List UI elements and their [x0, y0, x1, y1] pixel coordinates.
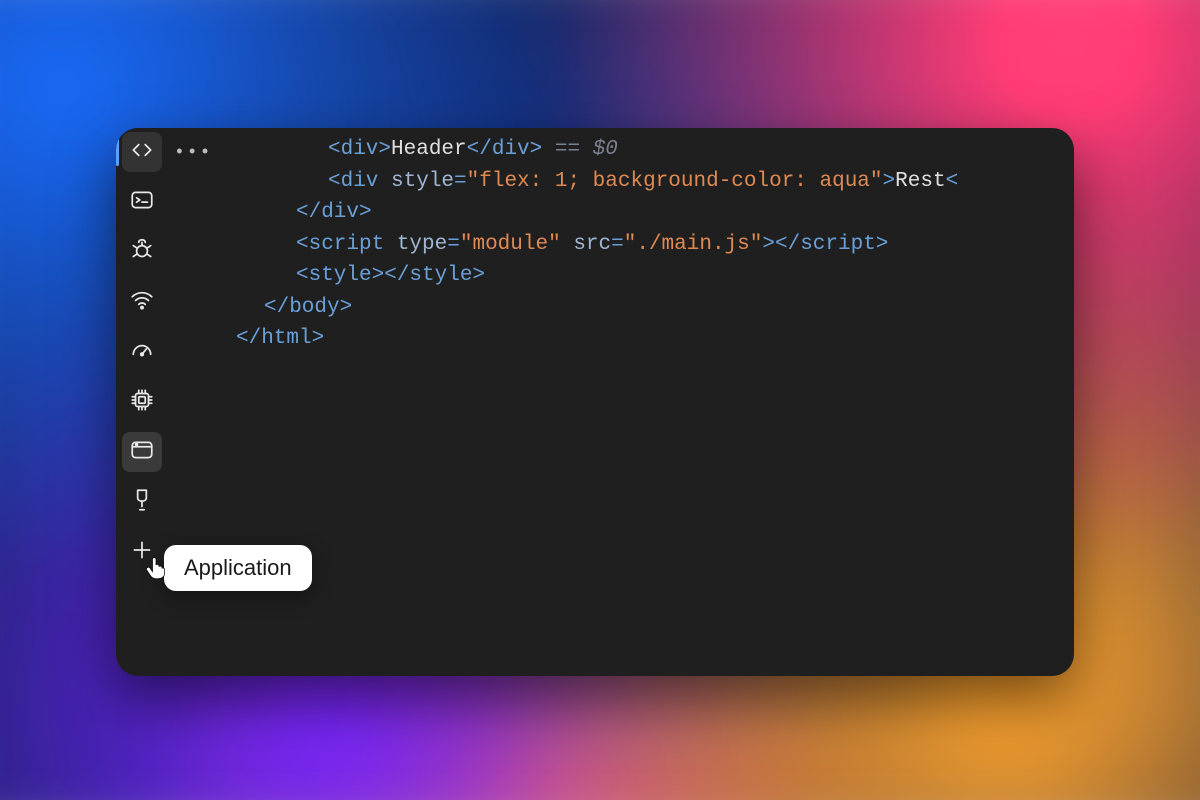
gauge-icon [129, 337, 155, 368]
html-tag: </html> [236, 327, 324, 350]
elements-source-view[interactable]: ••• <div>Header</div> == $0 <div style="… [168, 128, 1074, 676]
memory-tab-button[interactable] [122, 382, 162, 422]
html-tag: </body> [264, 296, 352, 319]
html-tag: </style> [384, 264, 485, 287]
chip-icon [129, 387, 155, 418]
html-text: Header [391, 138, 467, 161]
console-tab-button[interactable] [122, 182, 162, 222]
elements-tab-button[interactable] [122, 132, 162, 172]
devtools-sidebar [116, 128, 168, 676]
bug-icon [129, 237, 155, 268]
sidebar-tooltip: Application [164, 545, 312, 591]
code-line: </body> [172, 292, 1066, 324]
pointer-cursor-icon [142, 553, 170, 586]
html-text: Rest [895, 170, 945, 193]
html-string: module [472, 233, 548, 256]
code-icon [129, 137, 155, 168]
more-options-button[interactable]: ••• [174, 140, 212, 167]
code-line: <div>Header</div> == $0 [172, 134, 1066, 166]
html-tag: <script [296, 233, 397, 256]
html-attr: src [573, 233, 611, 256]
performance-tab-button[interactable] [122, 332, 162, 372]
application-tab-button[interactable] [122, 432, 162, 472]
devtools-panel: ••• <div>Header</div> == $0 <div style="… [116, 128, 1074, 676]
html-tag: </div> [467, 138, 543, 161]
html-tag: <div> [328, 138, 391, 161]
html-attr: style [391, 170, 454, 193]
html-tag: </div> [296, 201, 372, 224]
html-tag: <style> [296, 264, 384, 287]
code-line: <style></style> [172, 260, 1066, 292]
code-line: <div style="flex: 1; background-color: a… [172, 166, 1066, 198]
html-string: ./main.js [636, 233, 749, 256]
paintbrush-icon [129, 487, 155, 518]
tooltip-label: Application [184, 555, 292, 580]
selection-marker: == $0 [542, 138, 618, 161]
sources-tab-button[interactable] [122, 232, 162, 272]
html-tag: </script> [775, 233, 888, 256]
html-attr: type [397, 233, 447, 256]
code-line: </html> [172, 323, 1066, 355]
application-icon [129, 437, 155, 468]
network-tab-button[interactable] [122, 282, 162, 322]
html-tag: <div [328, 170, 391, 193]
terminal-icon [129, 187, 155, 218]
code-line: <script type="module" src="./main.js"></… [172, 229, 1066, 261]
styles-tab-button[interactable] [122, 482, 162, 522]
code-line: </div> [172, 197, 1066, 229]
html-string: flex: 1; background-color: aqua [479, 170, 870, 193]
wifi-icon [129, 287, 155, 318]
